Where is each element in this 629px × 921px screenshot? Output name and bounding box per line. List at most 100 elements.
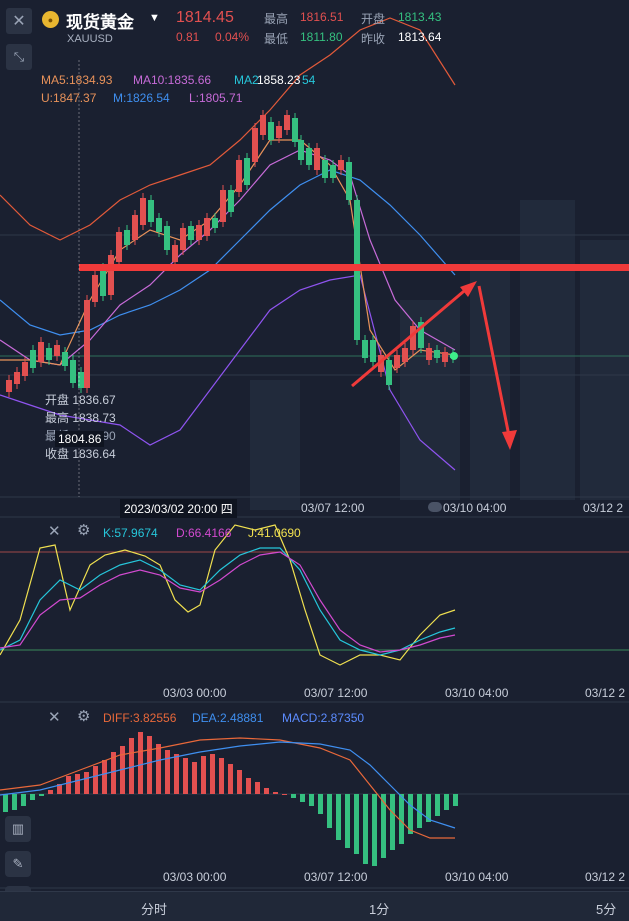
macd-bar [84, 772, 89, 794]
candle-body [30, 350, 36, 368]
tab-timeshare[interactable]: 分时 [141, 899, 167, 918]
price-change: 0.81 [176, 30, 200, 44]
candle-body [108, 255, 114, 295]
bg-building [250, 380, 300, 510]
macd-dea-legend: DEA:2.48881 [192, 711, 264, 725]
macd-bar [3, 794, 8, 812]
candle-body [386, 360, 392, 385]
instrument-name[interactable]: 现货黄金 [66, 8, 134, 33]
high-label: 最高 [264, 12, 289, 26]
macd-settings-icon[interactable]: ⚙ [77, 707, 90, 725]
tooltip-close: 收盘 1836.64 [45, 447, 116, 461]
kdj-j-legend: J:41.0690 [248, 526, 301, 540]
macd-bar [30, 794, 35, 800]
candle-body [442, 352, 448, 362]
macd-bar [255, 782, 260, 794]
instrument-symbol: XAUUSD [67, 33, 113, 45]
low-value: 1811.80 [300, 30, 343, 44]
macd-bar [228, 764, 233, 794]
candle-body [284, 115, 290, 130]
macd-bar [12, 794, 17, 810]
candle-body [306, 148, 312, 165]
tab-1min[interactable]: 1分 [369, 899, 389, 918]
macd-bar [129, 738, 134, 794]
candle-body [314, 148, 320, 170]
candle-body [84, 300, 90, 388]
macd-bar [453, 794, 458, 806]
macd-bar [354, 794, 359, 854]
macd-bar [282, 794, 287, 795]
period-tab-bar: 分时 1分 5分 [0, 891, 629, 921]
macd-bar [435, 794, 440, 816]
macd-bar [237, 770, 242, 794]
candle-body [38, 342, 44, 362]
candle-body [268, 122, 274, 140]
draw-tool-button[interactable]: ✎ [5, 851, 31, 877]
close-icon: ✕ [12, 13, 26, 30]
boll-mid-legend: M:1826.54 [113, 91, 170, 105]
tooltip-high: 最高 1838.73 [45, 411, 116, 425]
macd-diff-legend: DIFF:3.82556 [103, 711, 177, 725]
macd-bar [201, 756, 206, 794]
candle-body [204, 218, 210, 236]
close-button[interactable]: ✕ [6, 8, 32, 34]
macd-bar [102, 760, 107, 794]
candle-body [100, 268, 106, 296]
candle-body [236, 160, 242, 192]
cursor-price-label: 1804.86 [55, 431, 105, 447]
macd-date-1: 03/03 00:00 [163, 870, 227, 884]
prev-close-value: 1813.64 [398, 30, 442, 44]
candle-body [346, 162, 352, 200]
scroll-handle[interactable] [428, 502, 442, 512]
ma20-legend: MA2 [234, 73, 259, 87]
ma10-legend: MA10:1835.66 [133, 73, 212, 87]
open-label: 开盘 [361, 12, 386, 26]
macd-bar [300, 794, 305, 802]
cursor-date-label: 2023/03/02 20:00 四 [120, 499, 237, 518]
candle-body [252, 128, 258, 162]
macd-bar [327, 794, 332, 828]
candle-body [228, 190, 234, 212]
candle-body [338, 160, 344, 170]
candle-body [54, 345, 60, 356]
macd-bar [264, 788, 269, 794]
pencil-icon: ✎ [12, 856, 24, 871]
macd-value-legend: MACD:2.87350 [282, 711, 365, 725]
main-date-3: 03/12 2 [583, 501, 624, 515]
candle-body [260, 115, 266, 135]
candle-body [434, 350, 440, 358]
macd-bar [444, 794, 449, 810]
candle-body [46, 348, 52, 360]
caret-down-icon[interactable]: ▼ [149, 12, 160, 24]
bg-building [580, 240, 629, 500]
kdj-k-legend: K:57.9674 [103, 526, 158, 540]
macd-bar [372, 794, 377, 866]
candle-body [180, 228, 186, 250]
macd-bar [138, 732, 143, 794]
open-value: 1813.43 [398, 10, 442, 24]
macd-date-4: 03/12 2 [585, 870, 626, 884]
tab-5min[interactable]: 5分 [596, 899, 616, 918]
candle-body [22, 362, 28, 376]
main-date-1: 03/07 12:00 [301, 501, 365, 515]
candle-body [140, 198, 146, 225]
last-price-dot [450, 352, 458, 360]
macd-bar [147, 736, 152, 794]
kdj-settings-icon[interactable]: ⚙ [77, 521, 90, 539]
candle-body [362, 340, 368, 358]
shrink-button[interactable]: ⤡ [6, 44, 32, 70]
macd-bar [156, 744, 161, 794]
kdj-date-2: 03/07 12:00 [304, 686, 368, 700]
bg-building [400, 300, 460, 500]
candle-body [298, 140, 304, 160]
annotation-resistance-line [79, 264, 629, 271]
candle-body [124, 230, 130, 245]
candle-body [156, 218, 162, 232]
macd-close-icon[interactable]: ✕ [48, 708, 61, 726]
bg-building [520, 200, 575, 500]
kdj-close-icon[interactable]: ✕ [48, 522, 61, 540]
candle-body [92, 275, 98, 302]
candle-tool-button[interactable]: ▥ [5, 816, 31, 842]
candle-body [276, 126, 282, 138]
candle-body [394, 355, 400, 368]
